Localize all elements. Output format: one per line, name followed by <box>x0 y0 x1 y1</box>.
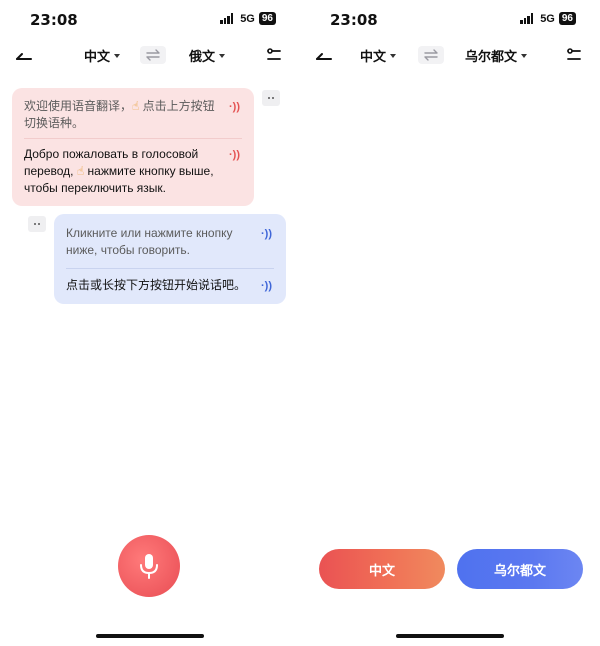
microphone-icon <box>140 554 158 579</box>
target-language-selector[interactable]: 俄文 <box>189 46 226 65</box>
pointing-hand-icon: ☝ <box>76 164 85 178</box>
bubble-translated-text: Добро пожаловать в голосовой перевод, ☝ … <box>24 147 240 195</box>
bubble-divider <box>66 268 274 269</box>
chevron-down-icon <box>219 53 226 58</box>
home-indicator[interactable] <box>96 634 204 638</box>
chevron-down-icon <box>114 53 121 58</box>
nav-bar: 中文 乌尔都文 <box>300 42 600 70</box>
bubble-source-text: 欢迎使用语音翻译，☝ 点击上方按钮切换语种。 ·)) <box>24 99 240 130</box>
speaker-wave-icon[interactable]: ·)) <box>261 278 272 295</box>
swap-languages-button[interactable] <box>418 46 444 64</box>
speaker-wave-icon[interactable]: ·)) <box>229 147 240 164</box>
target-language-label: 俄文 <box>189 49 216 64</box>
nav-bar: 中文 俄文 <box>0 42 300 70</box>
status-right: 5G 96 <box>220 12 276 25</box>
swap-languages-button[interactable] <box>140 46 166 64</box>
settings-sliders-icon[interactable] <box>566 47 582 63</box>
back-arrow-icon[interactable] <box>314 46 334 66</box>
pointing-hand-icon: ☝ <box>132 99 140 113</box>
bubble-source-text: Кликните или нажмите кнопку ниже, чтобы … <box>66 226 272 257</box>
settings-sliders-icon[interactable] <box>266 47 282 63</box>
status-bar: 23:08 5G 96 <box>300 0 600 38</box>
speak-target-language-button[interactable]: 乌尔都文 <box>457 549 583 589</box>
source-language-label: 中文 <box>360 49 387 64</box>
network-type: 5G <box>540 12 555 25</box>
status-bar: 23:08 5G 96 <box>0 0 300 38</box>
bubble-translated-text: 点击或长按下方按钮开始说话吧。 ·)) <box>66 277 274 294</box>
source-language-selector[interactable]: 中文 <box>360 46 397 65</box>
status-right: 5G 96 <box>520 12 576 25</box>
source-language-selector[interactable]: 中文 <box>84 46 121 65</box>
target-language-label: 乌尔都文 <box>465 49 518 64</box>
swap-arrows-icon <box>146 49 160 61</box>
copy-icon[interactable] <box>262 90 280 106</box>
copy-icon[interactable] <box>28 216 46 232</box>
left-screen: 23:08 5G 96 中文 俄文 欢迎使用语音翻译，☝ 点击上方按钮切换语种。… <box>0 0 300 646</box>
battery-icon: 96 <box>558 12 576 25</box>
status-time: 23:08 <box>30 11 78 29</box>
signal-icon <box>520 13 534 24</box>
source-language-label: 中文 <box>84 49 111 64</box>
speak-source-language-button[interactable]: 中文 <box>319 549 445 589</box>
network-type: 5G <box>240 12 255 25</box>
chevron-down-icon <box>390 53 397 58</box>
swap-arrows-icon <box>424 49 438 61</box>
target-language-selector[interactable]: 乌尔都文 <box>465 46 528 65</box>
back-arrow-icon[interactable] <box>14 46 34 66</box>
battery-icon: 96 <box>258 12 276 25</box>
status-time: 23:08 <box>330 11 378 29</box>
signal-icon <box>220 13 234 24</box>
speaker-wave-icon[interactable]: ·)) <box>261 226 272 243</box>
chat-bubble-outgoing: Кликните или нажмите кнопку ниже, чтобы … <box>54 214 286 304</box>
speaker-wave-icon[interactable]: ·)) <box>229 99 240 116</box>
microphone-button[interactable] <box>118 535 180 597</box>
home-indicator[interactable] <box>396 634 504 638</box>
right-screen: 23:08 5G 96 中文 乌尔都文 中文 乌尔都文 <box>300 0 600 646</box>
bubble-divider <box>24 138 242 139</box>
chat-bubble-incoming: 欢迎使用语音翻译，☝ 点击上方按钮切换语种。 ·)) Добро пожалов… <box>12 88 254 206</box>
chevron-down-icon <box>521 53 528 58</box>
